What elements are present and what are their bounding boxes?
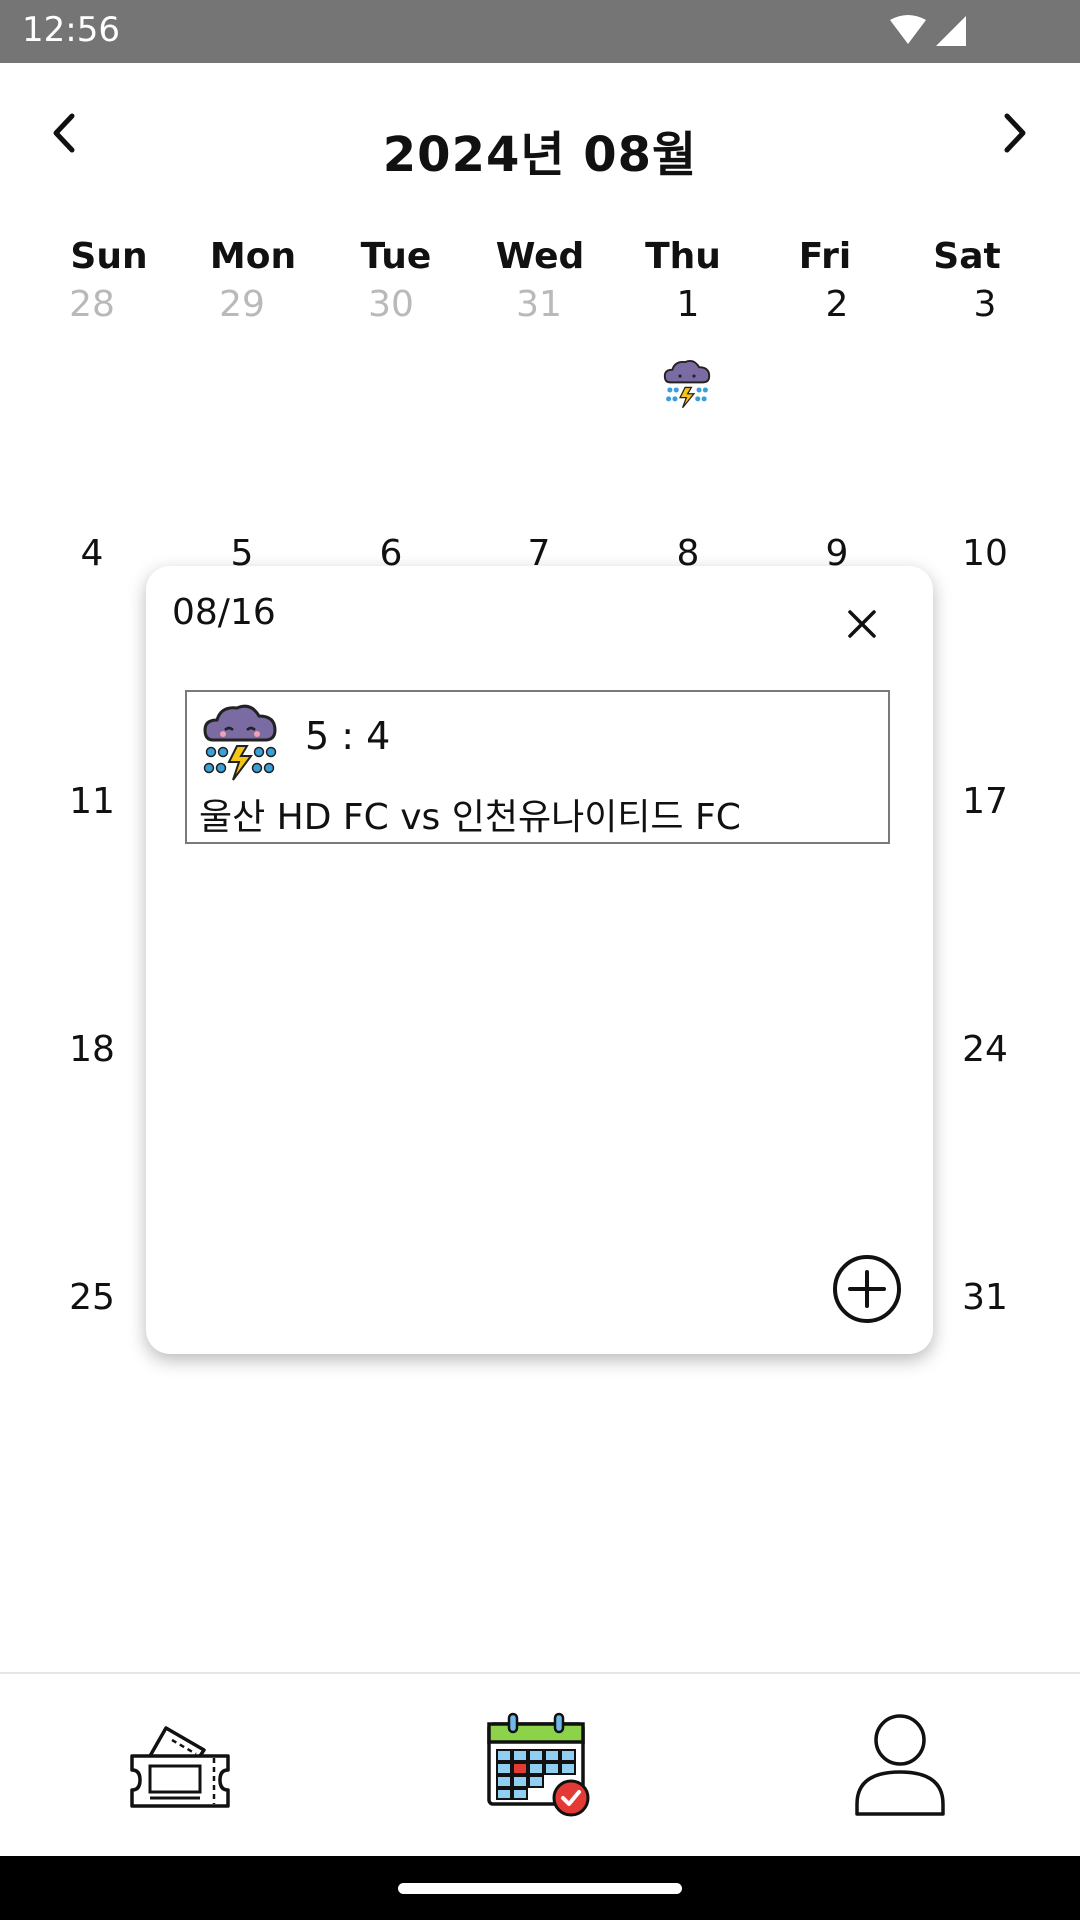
close-button[interactable] [842,604,882,644]
game-matchup: 울산 HD FC vs 인천유나이티드 FC [199,797,741,838]
status-icons [888,14,968,52]
day-cell[interactable]: 4 [18,533,166,574]
day-cell[interactable]: 24 [911,1029,1059,1070]
day-cell[interactable]: 3 [911,284,1059,325]
day-cell[interactable]: 31 [911,1277,1059,1318]
profile-icon [855,1714,945,1816]
day-cell[interactable]: 18 [18,1029,166,1070]
storm-cloud-icon [659,357,715,409]
wifi-signal-icon [890,15,966,46]
calendar-icon [487,1712,590,1817]
nav-calendar[interactable] [485,1710,595,1820]
add-record-button[interactable] [832,1254,902,1324]
nav-profile[interactable] [845,1710,955,1820]
bottom-navigation [0,1674,1080,1856]
game-record-card[interactable]: 5 : 4 울산 HD FC vs 인천유나이티드 FC [185,690,890,844]
close-icon [848,610,876,638]
ticket-icon [130,1726,230,1808]
month-title: 2024년 08월 [382,127,698,183]
weekday-label: Sun [70,236,148,277]
day-cell[interactable]: 29 [168,284,316,325]
gesture-navigation-bar [0,1856,1080,1920]
status-bar: 12:56 [0,0,1080,63]
weekday-label: Sat [933,236,1001,277]
day-cell[interactable]: 10 [911,533,1059,574]
next-month-button[interactable] [995,108,1035,158]
day-cell[interactable]: 25 [18,1277,166,1318]
weekday-row: Sun Mon Tue Wed Thu Fri Sat [0,236,1080,286]
calendar-header: 2024년 08월 [0,63,1080,223]
weekday-label: Fri [798,236,852,277]
day-cell[interactable]: 28 [18,284,166,325]
game-score: 5 : 4 [305,714,391,758]
day-cell[interactable]: 30 [317,284,465,325]
day-detail-dialog: 08/16 5 : 4 울산 HD FC vs 인천유나이티드 FC [146,566,933,1354]
storm-cloud-icon [199,700,281,782]
day-cell[interactable]: 2 [763,284,911,325]
weekday-label: Thu [645,236,721,277]
day-cell[interactable]: 1 [614,284,762,325]
home-handle[interactable] [398,1883,682,1894]
dialog-date: 08/16 [172,592,276,633]
weekday-label: Mon [209,236,297,277]
chevron-right-icon [1004,113,1026,153]
add-circle-icon [833,1255,901,1323]
day-cell[interactable]: 11 [18,781,166,822]
weekday-label: Wed [495,236,585,277]
nav-ticket[interactable] [126,1710,236,1820]
day-cell[interactable]: 31 [465,284,613,325]
day-cell[interactable]: 17 [911,781,1059,822]
status-time: 12:56 [22,10,120,50]
weekday-label: Tue [360,236,432,277]
week-row: 28 29 30 31 1 2 3 [0,284,1080,344]
